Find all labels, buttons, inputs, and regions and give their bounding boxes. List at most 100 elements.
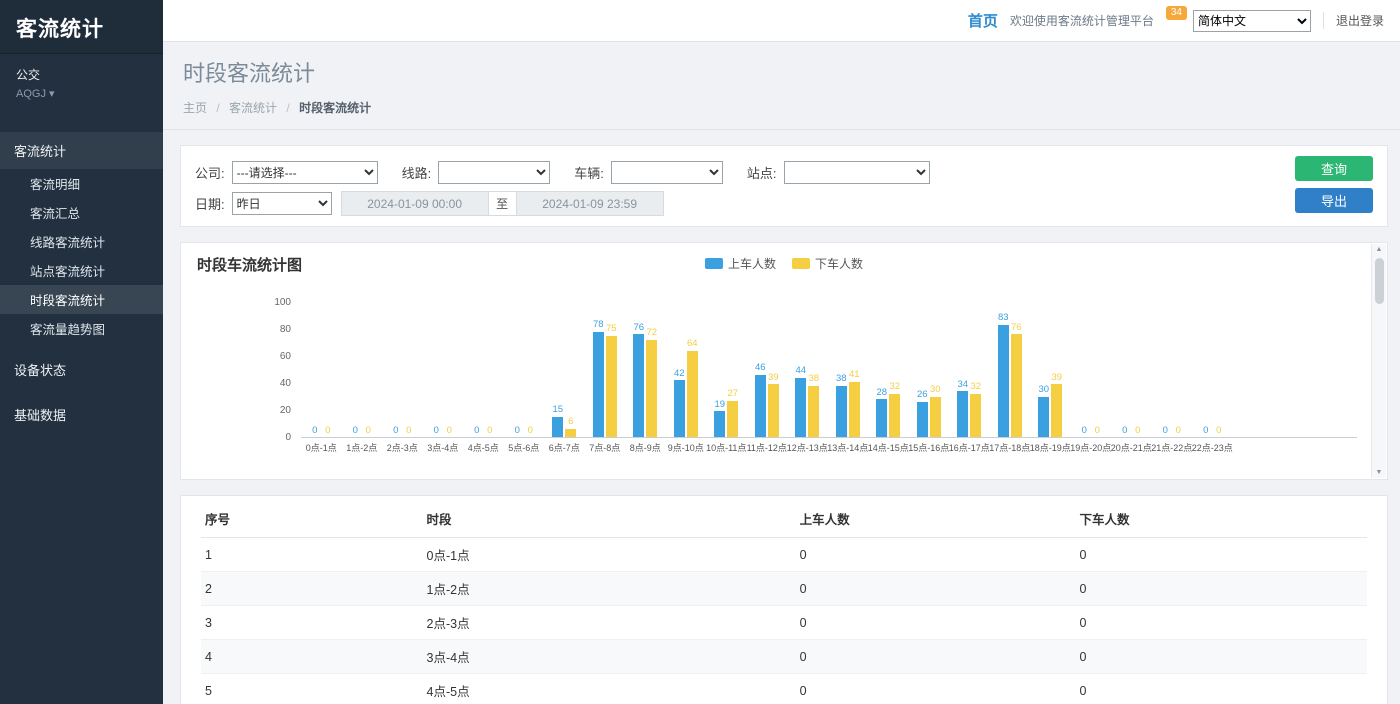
bar[interactable] [836,386,847,437]
bar-group: 003点-4点 [423,303,464,437]
bar[interactable] [565,429,576,437]
bar[interactable] [1051,384,1062,437]
chart-legend: 上车人数下车人数 [705,255,863,272]
bar[interactable] [957,391,968,437]
breadcrumb: 主页 / 客流统计 / 时段客流统计 [183,99,1380,116]
company-select[interactable]: ---请选择--- [232,161,378,184]
bar-value-label: 30 [930,385,941,395]
sidebar-item[interactable]: 客流明细 [0,169,163,198]
bar[interactable] [606,336,617,437]
breadcrumb-section[interactable]: 客流统计 [229,101,277,115]
table-cell: 0 [1075,674,1367,704]
bar-group: 443812点-13点 [787,303,828,437]
x-axis-label: 22点-23点 [1192,441,1233,454]
bar[interactable] [755,375,766,437]
bar[interactable] [998,325,1009,437]
main-area: 首页 欢迎使用客流统计管理平台 34 简体中文 退出登录 时段客流统计 主页 /… [163,0,1400,704]
bar-value-label: 75 [606,324,617,334]
bar[interactable] [849,382,860,437]
sidebar-section[interactable]: 设备状态 [0,351,163,388]
bar[interactable] [889,394,900,437]
scrollbar-thumb[interactable] [1375,258,1384,304]
page-content: 时段客流统计 主页 / 客流统计 / 时段客流统计 公司: ---请选择--- … [163,42,1400,704]
bar[interactable] [876,399,887,437]
line-select[interactable] [438,161,550,184]
notification-badge[interactable]: 34 [1166,6,1187,20]
col-header-period: 时段 [423,500,796,538]
sidebar-section[interactable]: 客流统计 [0,132,163,169]
station-select[interactable] [784,161,930,184]
logout-link[interactable]: 退出登录 [1323,12,1384,29]
date-range-separator: 至 [489,191,516,216]
sidebar-item[interactable]: 客流汇总 [0,198,163,227]
bar[interactable] [714,411,725,437]
date-label: 日期: [195,194,225,213]
bar[interactable] [917,402,928,437]
x-axis-label: 10点-11点 [706,441,746,454]
bar-value-label: 0 [1176,426,1181,436]
table-row: 54点-5点00 [201,674,1367,704]
col-header-index: 序号 [201,500,423,538]
bar-value-label: 64 [687,339,698,349]
sidebar-item[interactable]: 线路客流统计 [0,227,163,256]
bar[interactable] [768,384,779,437]
scrollbar-up-icon[interactable]: ▲ [1376,246,1383,253]
bar-value-label: 0 [406,426,411,436]
legend-item[interactable]: 下车人数 [792,255,863,272]
bar-value-label: 19 [714,400,725,410]
sidebar-item[interactable]: 客流量趋势图 [0,314,163,343]
date-preset-select[interactable]: 昨日 [232,192,332,215]
bar-group: 78757点-8点 [585,303,626,437]
sidebar-section[interactable]: 基础数据 [0,396,163,433]
date-from-input[interactable] [341,191,489,216]
bar-group: 004点-5点 [463,303,504,437]
bar[interactable] [687,351,698,437]
query-button[interactable]: 查询 [1295,156,1373,181]
bar-group: 837617点-18点 [990,303,1031,437]
bar[interactable] [930,397,941,438]
scrollbar-down-icon[interactable]: ▼ [1376,469,1383,476]
x-axis-label: 11点-12点 [747,441,787,454]
table-row: 32点-3点00 [201,606,1367,640]
x-axis-label: 3点-4点 [427,441,458,454]
bar[interactable] [633,334,644,437]
table-cell: 0 [1075,572,1367,606]
table-header-row: 序号 时段 上车人数 下车人数 [201,500,1367,538]
bar[interactable] [674,380,685,437]
x-axis-label: 12点-13点 [787,441,828,454]
chart-scrollbar[interactable]: ▲ ▼ [1371,244,1386,478]
date-to-input[interactable] [516,191,664,216]
bar[interactable] [795,378,806,437]
vehicle-select[interactable] [611,161,723,184]
org-switcher[interactable]: AQGJ ▾ [0,85,163,110]
x-axis-label: 9点-10点 [668,441,704,454]
breadcrumb-home[interactable]: 主页 [183,101,207,115]
bar[interactable] [552,417,563,437]
home-link[interactable]: 首页 [968,10,998,31]
x-axis-label: 16点-17点 [949,441,990,454]
language-select[interactable]: 简体中文 [1193,10,1311,32]
x-axis-label: 4点-5点 [468,441,499,454]
bar-value-label: 0 [528,426,533,436]
bar-group: 42649点-10点 [666,303,707,437]
bar-group: 0021点-22点 [1152,303,1193,437]
x-axis-label: 0点-1点 [306,441,337,454]
bar[interactable] [646,340,657,437]
bar[interactable] [593,332,604,437]
page-title: 时段客流统计 [183,56,1380,88]
bar[interactable] [1038,397,1049,438]
bar[interactable] [970,394,981,437]
legend-item[interactable]: 上车人数 [705,255,776,272]
x-axis-label: 8点-9点 [630,441,661,454]
col-header-alighting: 下车人数 [1075,500,1367,538]
bar-value-label: 0 [1135,426,1140,436]
x-axis-label: 2点-3点 [387,441,418,454]
export-button[interactable]: 导出 [1295,188,1373,213]
bar[interactable] [1011,334,1022,437]
bar[interactable] [727,401,738,437]
sidebar-item[interactable]: 站点客流统计 [0,256,163,285]
bar[interactable] [808,386,819,437]
sidebar-item[interactable]: 时段客流统计 [0,285,163,314]
table-cell: 0点-1点 [423,538,796,572]
bar-value-label: 0 [1082,426,1087,436]
